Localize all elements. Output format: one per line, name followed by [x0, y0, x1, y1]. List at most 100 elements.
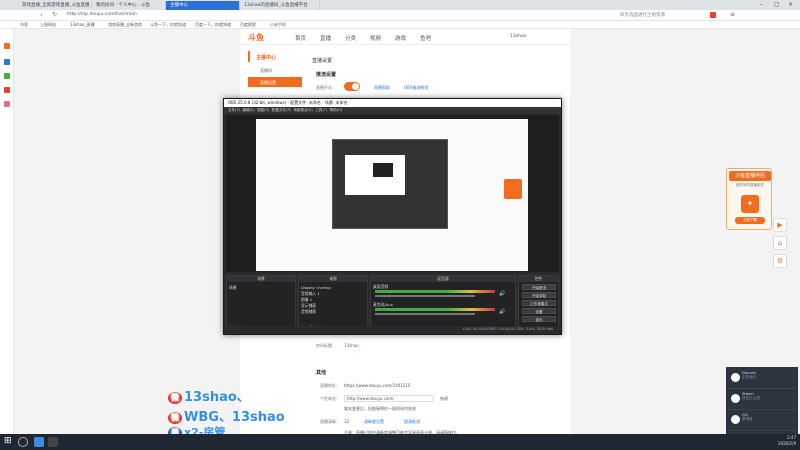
notification[interactable]: Discord 正在运行 [728, 369, 796, 389]
obs-tutorial-link[interactable]: OBS推流教程 [404, 85, 428, 91]
obs-menu-edit[interactable]: 编辑(E) [242, 108, 254, 112]
tab-1[interactable]: 游戏直播_全新游戏直播_斗鱼直播 [18, 1, 92, 10]
obs-status-bar: LIVE: 00:00:00 REC: 00:00:00 CPU: 3.4%, … [226, 326, 559, 333]
obs-menu-view[interactable]: 视图(V) [257, 108, 269, 112]
close-icon[interactable]: × [788, 1, 793, 8]
bookmark[interactable]: 书签 [20, 22, 28, 28]
studio-mode-button[interactable]: 工作室模式 [522, 300, 556, 306]
captured-screen [256, 119, 528, 271]
weibo-watermark-2: 微 WBG、13shao [168, 406, 285, 425]
sidebar-item-live-settings[interactable]: 直播设置 [248, 77, 302, 87]
live-toggle[interactable] [344, 82, 360, 91]
desktop-volume-slider[interactable] [375, 295, 475, 297]
settings-button[interactable]: 设置 [522, 308, 556, 314]
windows-start-icon[interactable]: ⊞ [4, 436, 12, 446]
extension-icon[interactable] [710, 12, 716, 18]
system-tray-clock[interactable]: 2:47 2020/2/9 [778, 435, 796, 447]
notification-panel: Discord 正在运行 Steam 好友已上线 QQ 新消息 [726, 367, 798, 434]
weibo-watermark-1: 微 13shao、 [168, 386, 250, 405]
other-section-title: 其他 [316, 370, 327, 376]
play-icon[interactable]: ▶ [773, 218, 787, 232]
minimize-icon[interactable]: – [760, 1, 763, 8]
obs-preview[interactable] [226, 115, 559, 272]
personal-label: 个性域名: [320, 396, 338, 401]
mixer-dock-title: 混音器 [371, 276, 515, 282]
settings-icon[interactable]: ⚙ [773, 254, 787, 268]
sidebar-app-icon[interactable] [4, 87, 10, 93]
hd-stream-link[interactable]: 超清推流 [404, 419, 420, 425]
notification[interactable]: Steam 好友已上线 [728, 390, 796, 410]
sidebar-app-icon[interactable] [4, 43, 10, 49]
tab-2[interactable]: 我的房间 - 个人中心 - 斗鱼 [92, 1, 166, 10]
promo-download-button[interactable]: 立即下载 [735, 217, 765, 224]
source-item[interactable]: Display Overlay [301, 285, 331, 290]
bookmark[interactable]: 百度搜索 [240, 22, 256, 28]
browser-sidebar [0, 29, 14, 434]
notification[interactable]: QQ 新消息 [728, 411, 796, 431]
section-title: 直播设置 [312, 58, 333, 64]
sources-dock: 来源 Display Overlay 音频输入 1 图像 1 显示捕获 音频捕获… [298, 275, 368, 333]
browser-taskbar-icon[interactable] [34, 437, 44, 447]
personal-domain-input[interactable]: http://www.douyu.com/ [344, 395, 434, 402]
scenes-dock-title: 场景 [227, 276, 295, 282]
recursive-capture [332, 139, 448, 229]
help-link[interactable]: 直播帮助 [374, 85, 390, 91]
nav-game[interactable]: 游戏 [395, 34, 406, 42]
obs-menu-bar: 文件(F) 编辑(E) 视图(V) 配置文件(P) 场景集合(S) 工具(T) … [224, 107, 561, 114]
room-title-label: 房间标题: [316, 343, 334, 348]
app-icon [731, 394, 740, 403]
url-value: https://www.douyu.com/2441515 [344, 383, 411, 388]
user-name[interactable]: 13shao [510, 34, 526, 39]
search-hint[interactable]: 四大选国进行土地资源 [620, 12, 665, 18]
address-bar[interactable]: http://mp.douyu.com/live/main [64, 11, 534, 19]
speaker-icon[interactable]: 🔊 [499, 291, 505, 297]
toggle-label: 直播开关: [316, 85, 334, 90]
obs-window: OBS 25.0.8 (32-bit, windows) - 配置文件: 未命名… [223, 98, 562, 335]
nav-yuba[interactable]: 鱼吧 [420, 34, 431, 42]
promo-card[interactable]: 斗鱼直播伴侣 超好用的直播软件 ✦ 立即下载 [726, 168, 772, 230]
bookmark[interactable]: 上报网站 [40, 22, 56, 28]
promo-title: 斗鱼直播伴侣 [729, 171, 771, 181]
back-icon[interactable]: ‹ [40, 11, 43, 19]
maximize-icon[interactable]: ▢ [774, 1, 780, 8]
obs-menu-help[interactable]: 帮助(H) [330, 108, 343, 112]
obs-menu-file[interactable]: 文件(F) [228, 108, 240, 112]
home-icon[interactable]: ⌂ [773, 236, 787, 250]
sidebar-app-icon[interactable] [4, 59, 10, 65]
sidebar-item-room[interactable]: 直播间 [248, 65, 302, 75]
start-record-button[interactable]: 开始录制 [522, 292, 556, 298]
menu-icon[interactable]: ≡ [730, 11, 735, 18]
room-title-value[interactable]: 13shao [344, 343, 359, 348]
site-logo[interactable]: 斗鱼 [248, 32, 264, 43]
start-stream-button[interactable]: 开始推流 [522, 284, 556, 290]
obs-taskbar-icon[interactable] [48, 437, 58, 447]
bookmark[interactable]: 游戏直播_全新游戏 [108, 22, 142, 28]
recursive-capture-inner [345, 155, 405, 195]
mixer-dock: 混音器 桌面音频 🔊 麦克风/Aux 🔊 [370, 275, 516, 333]
stream-settings-link[interactable]: 清晰度设置 [364, 419, 384, 425]
bookmark[interactable]: 13shao_直播 [70, 22, 95, 28]
sidebar-app-icon[interactable] [4, 73, 10, 79]
bookmark[interactable]: 斗鱼一下，你就知道 [150, 22, 186, 28]
nav-category[interactable]: 分类 [345, 34, 356, 42]
mic-icon[interactable]: 🔊 [499, 309, 505, 315]
search-icon[interactable] [18, 437, 28, 447]
bookmark[interactable]: 小米手机 [270, 22, 286, 28]
nav-video[interactable]: 视频 [370, 34, 381, 42]
mic-volume-slider[interactable] [375, 313, 475, 315]
stream-label: 直播清晰: [320, 419, 338, 424]
sidebar-app-icon[interactable] [4, 101, 10, 107]
tab-active[interactable]: 主播中心 [166, 1, 240, 10]
tab-4[interactable]: 13shao的直播间_斗鱼直播平台 [240, 1, 320, 10]
nav-live[interactable]: 直播 [320, 34, 331, 42]
nav-home[interactable]: 首页 [295, 34, 306, 42]
modify-button[interactable]: 修改 [440, 396, 448, 402]
scene-item[interactable]: 场景 [229, 285, 237, 291]
refresh-icon[interactable]: ↻ [52, 11, 57, 18]
bookmark[interactable]: 百度一下，你就知道 [195, 22, 231, 28]
exit-button[interactable]: 退出 [522, 316, 556, 322]
source-item[interactable]: 音频捕获 [301, 309, 316, 315]
obs-menu-scenes[interactable]: 场景集合(S) [293, 108, 312, 112]
obs-menu-tools[interactable]: 工具(T) [315, 108, 327, 112]
obs-menu-profile[interactable]: 配置文件(P) [272, 108, 291, 112]
